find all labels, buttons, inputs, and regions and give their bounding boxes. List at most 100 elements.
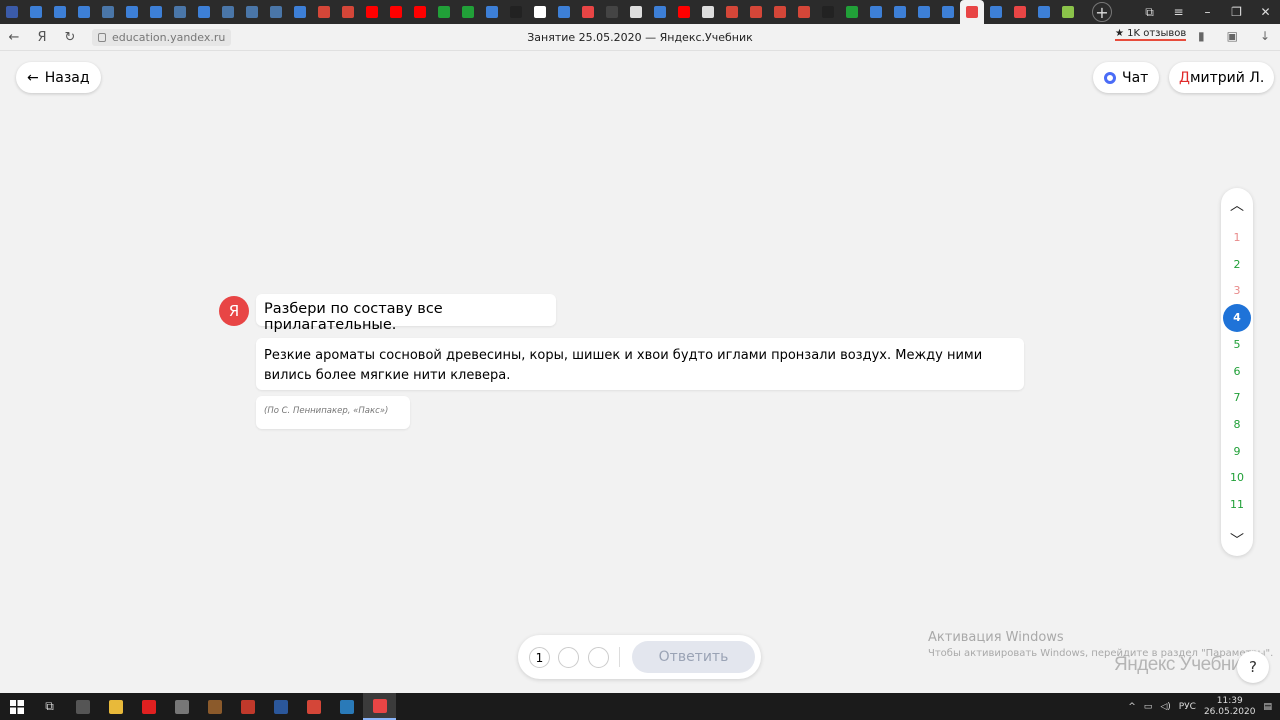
browser-tab[interactable] [1008, 0, 1032, 24]
browser-tab[interactable] [384, 0, 408, 24]
task-number-4[interactable]: 4 [1223, 304, 1251, 333]
volume-icon[interactable]: ◁) [1160, 702, 1170, 712]
browser-tab[interactable] [24, 0, 48, 24]
browser-tab[interactable] [120, 0, 144, 24]
browser-tab[interactable] [936, 0, 960, 24]
back-nav-icon[interactable]: ← [0, 30, 28, 45]
app-icon [75, 699, 90, 714]
windows-start-icon[interactable] [0, 693, 33, 720]
browser-tab[interactable] [984, 0, 1008, 24]
task-number-9[interactable]: 9 [1221, 445, 1253, 458]
address-bar: ← Я ↻ education.yandex.ru Занятие 25.05.… [0, 24, 1280, 51]
browser-tab[interactable] [72, 0, 96, 24]
collections-icon[interactable]: ▣ [1227, 29, 1238, 43]
browser-tab[interactable] [792, 0, 816, 24]
tray-expand-icon[interactable]: ^ [1128, 702, 1136, 712]
browser-tab[interactable] [552, 0, 576, 24]
browser-tab[interactable] [600, 0, 624, 24]
reviews-badge[interactable]: ★ 1K отзывов [1115, 28, 1187, 41]
taskbar-app[interactable] [231, 693, 264, 720]
browser-tab[interactable] [696, 0, 720, 24]
tabs-menu-icon[interactable]: ⧉ [1135, 5, 1164, 20]
browser-tab[interactable] [240, 0, 264, 24]
browser-tab[interactable] [216, 0, 240, 24]
browser-tab[interactable] [504, 0, 528, 24]
browser-tab[interactable] [360, 0, 384, 24]
browser-tab[interactable] [648, 0, 672, 24]
task-number-10[interactable]: 10 [1221, 471, 1253, 484]
help-button[interactable]: ? [1237, 651, 1269, 683]
downloads-icon[interactable]: ↓ [1260, 29, 1270, 43]
browser-tab[interactable] [336, 0, 360, 24]
browser-tab[interactable] [744, 0, 768, 24]
notifications-icon[interactable]: ▤ [1263, 702, 1272, 712]
new-tab-button[interactable]: + [1092, 2, 1112, 22]
user-button[interactable]: Дмитрий Л. [1169, 62, 1275, 93]
browser-tab[interactable] [48, 0, 72, 24]
reload-icon[interactable]: ↻ [56, 30, 84, 45]
chevron-up-icon[interactable]: ︿ [1221, 195, 1253, 215]
task-number-1[interactable]: 1 [1221, 231, 1253, 244]
browser-tab[interactable] [912, 0, 936, 24]
task-number-5[interactable]: 5 [1221, 338, 1253, 351]
taskbar-app[interactable] [297, 693, 330, 720]
browser-tab[interactable] [312, 0, 336, 24]
taskbar-app[interactable] [132, 693, 165, 720]
browser-tab[interactable] [408, 0, 432, 24]
app-icon [141, 699, 156, 714]
task-number-2[interactable]: 2 [1221, 258, 1253, 271]
chat-label: Чат [1122, 69, 1149, 86]
language-indicator[interactable]: РУС [1179, 702, 1196, 712]
tab-favicon-icon [198, 6, 210, 18]
menu-icon[interactable]: ≡ [1164, 5, 1193, 20]
browser-tab[interactable] [432, 0, 456, 24]
network-icon[interactable]: ▭ [1144, 702, 1153, 712]
browser-tab[interactable] [624, 0, 648, 24]
browser-tab[interactable] [288, 0, 312, 24]
browser-tab[interactable] [864, 0, 888, 24]
task-number-7[interactable]: 7 [1221, 391, 1253, 404]
browser-tab[interactable] [720, 0, 744, 24]
browser-tab[interactable] [0, 0, 24, 24]
chat-button[interactable]: Чат [1093, 62, 1160, 93]
browser-tab[interactable] [528, 0, 552, 24]
url-field[interactable]: education.yandex.ru [92, 28, 232, 46]
taskbar-app[interactable] [198, 693, 231, 720]
taskbar-app[interactable] [165, 693, 198, 720]
clock[interactable]: 11:39 26.05.2020 [1204, 696, 1256, 718]
submit-button[interactable]: Ответить [632, 641, 755, 673]
taskbar-app[interactable] [330, 693, 363, 720]
browser-tab[interactable] [1032, 0, 1056, 24]
taskbar-app[interactable] [66, 693, 99, 720]
browser-tab[interactable] [888, 0, 912, 24]
browser-tab[interactable] [96, 0, 120, 24]
browser-tab[interactable] [144, 0, 168, 24]
bookmark-icon[interactable]: ▮ [1198, 29, 1205, 43]
task-view-icon[interactable]: ⧉ [33, 693, 66, 720]
chevron-down-icon[interactable]: ﹀ [1221, 530, 1253, 550]
browser-tab[interactable] [480, 0, 504, 24]
taskbar-app[interactable] [363, 693, 396, 720]
task-number-11[interactable]: 11 [1221, 498, 1253, 511]
close-icon[interactable]: ✕ [1251, 5, 1280, 20]
browser-tab[interactable] [168, 0, 192, 24]
taskbar-app[interactable] [264, 693, 297, 720]
yandex-home-icon[interactable]: Я [28, 30, 56, 45]
restore-icon[interactable]: ❐ [1222, 5, 1251, 20]
task-number-8[interactable]: 8 [1221, 418, 1253, 431]
browser-tab[interactable] [264, 0, 288, 24]
browser-tab[interactable] [192, 0, 216, 24]
browser-tab[interactable] [456, 0, 480, 24]
taskbar-app[interactable] [99, 693, 132, 720]
browser-tab[interactable] [816, 0, 840, 24]
browser-tab[interactable] [576, 0, 600, 24]
back-button[interactable]: ← Назад [16, 62, 101, 93]
browser-tab[interactable] [960, 0, 984, 24]
browser-tab[interactable] [768, 0, 792, 24]
browser-tab[interactable] [840, 0, 864, 24]
minimize-icon[interactable]: – [1193, 5, 1222, 20]
browser-tab[interactable] [672, 0, 696, 24]
task-number-6[interactable]: 6 [1221, 365, 1253, 378]
task-number-3[interactable]: 3 [1221, 284, 1253, 297]
browser-tab[interactable] [1056, 0, 1080, 24]
